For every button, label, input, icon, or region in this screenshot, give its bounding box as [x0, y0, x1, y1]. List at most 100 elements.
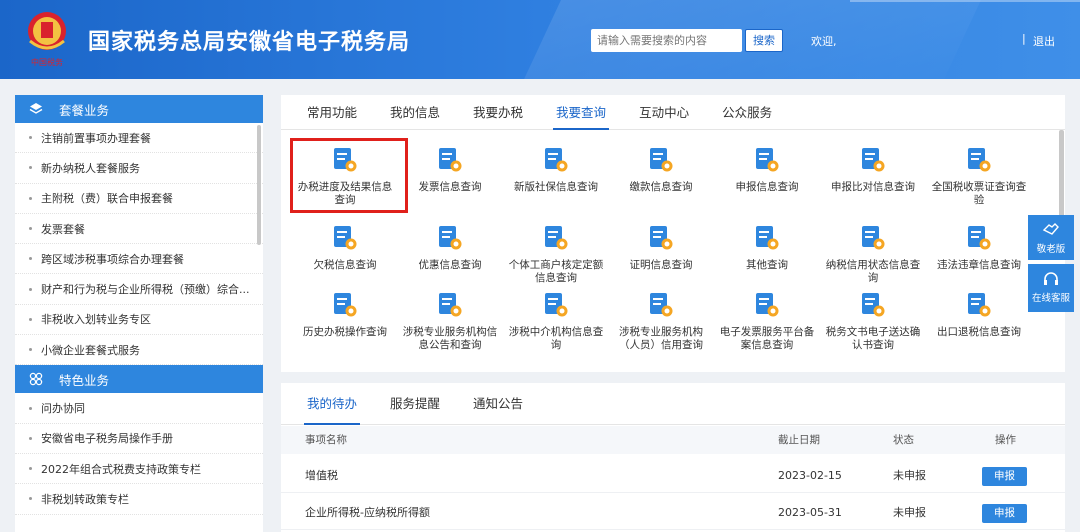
- violation-icon: [968, 226, 991, 250]
- function-item[interactable]: 申报比对信息查询: [821, 140, 925, 212]
- sidebar-item[interactable]: 注销前置事项办理套餐: [15, 123, 263, 154]
- row-deadline: 2023-02-15: [778, 469, 842, 482]
- logout-link[interactable]: 退出: [1033, 33, 1055, 49]
- header-bar: 中国税务 国家税务总局安徽省电子税务局 搜索 欢迎, | 退出: [0, 0, 1080, 79]
- function-item[interactable]: 全国税收票证查询查验: [927, 140, 1031, 212]
- sidebar-item[interactable]: 安徽省电子税务局操作手册: [15, 424, 263, 454]
- declare-button[interactable]: 申报: [982, 504, 1027, 523]
- sidebar-item[interactable]: 小微企业套餐式服务: [15, 335, 263, 366]
- bullet-icon: [29, 257, 32, 261]
- handshake-icon: [1042, 223, 1059, 235]
- function-item-label: 证明信息查询: [629, 259, 693, 271]
- tab-common[interactable]: 常用功能: [307, 95, 357, 129]
- function-item[interactable]: 出口退税信息查询: [927, 285, 1031, 357]
- function-item[interactable]: 证明信息查询: [609, 218, 713, 290]
- header-separator: |: [1022, 32, 1026, 45]
- business-quota-icon: [545, 226, 568, 250]
- tab-query[interactable]: 我要查询: [553, 95, 610, 130]
- sidebar-item[interactable]: 跨区域涉税事项综合办理套餐: [15, 244, 263, 275]
- row-deadline: 2023-05-31: [778, 506, 842, 519]
- function-item[interactable]: 涉税中介机构信息查询: [504, 285, 608, 357]
- sidebar-item[interactable]: 财产和行为税与企业所得税（预缴）综合...: [15, 274, 263, 305]
- function-item-label: 申报比对信息查询: [831, 181, 915, 193]
- sidebar-item[interactable]: 新办纳税人套餐服务: [15, 153, 263, 184]
- function-item[interactable]: 纳税信用状态信息查询: [821, 218, 925, 290]
- search-button[interactable]: 搜索: [745, 29, 783, 52]
- tab-my-info[interactable]: 我的信息: [390, 95, 440, 129]
- tab-interaction[interactable]: 互动中心: [639, 95, 689, 129]
- tab-public-service[interactable]: 公众服务: [722, 95, 772, 129]
- sidebar-section-package[interactable]: 套餐业务: [15, 95, 263, 123]
- function-item-label: 发票信息查询: [418, 181, 482, 193]
- compare-icon: [862, 148, 885, 172]
- function-item[interactable]: 欠税信息查询: [293, 218, 397, 290]
- function-item[interactable]: 缴款信息查询: [609, 140, 713, 212]
- sidebar-item[interactable]: 2022年组合式税费支持政策专栏: [15, 454, 263, 485]
- function-item-label: 电子发票服务平台备案信息查询: [719, 326, 815, 351]
- function-item[interactable]: 电子发票服务平台备案信息查询: [715, 285, 819, 357]
- tab-tax-handling[interactable]: 我要办税: [473, 95, 523, 129]
- function-item-label: 涉税专业服务机构（人员）信用查询: [619, 326, 703, 351]
- headset-icon: [1044, 272, 1058, 285]
- tax-voucher-icon: [968, 148, 991, 172]
- function-item[interactable]: 涉税专业服务机构信息公告和查询: [398, 285, 502, 357]
- sidebar-scrollbar[interactable]: [257, 125, 261, 245]
- sidebar-item-label: 注销前置事项办理套餐: [41, 131, 151, 145]
- bullet-icon: [29, 317, 32, 321]
- online-service-button[interactable]: 在线客服: [1028, 264, 1074, 312]
- elderly-mode-button[interactable]: 敬老版: [1028, 215, 1074, 260]
- column-header-name: 事项名称: [305, 434, 347, 446]
- todo-tabs: 我的待办 服务提醒 通知公告: [281, 383, 1065, 425]
- bullet-icon: [29, 436, 32, 440]
- function-item[interactable]: 新版社保信息查询: [504, 140, 608, 212]
- sidebar-item-label: 安徽省电子税务局操作手册: [41, 432, 173, 446]
- function-item[interactable]: 违法违章信息查询: [927, 218, 1031, 290]
- function-item-label: 出口退税信息查询: [937, 326, 1021, 338]
- bullet-icon: [29, 196, 32, 200]
- column-header-action: 操作: [995, 434, 1016, 446]
- function-item-label: 其他查询: [746, 259, 788, 271]
- function-item[interactable]: 其他查询: [715, 218, 819, 290]
- row-name: 增值税: [305, 469, 338, 482]
- declare-button[interactable]: 申报: [982, 467, 1027, 486]
- intermediary-icon: [545, 293, 568, 317]
- function-item[interactable]: 历史办税操作查询: [293, 285, 397, 357]
- function-item-label: 全国税收票证查询查验: [931, 181, 1027, 206]
- function-item[interactable]: 涉税专业服务机构（人员）信用查询: [609, 285, 713, 357]
- welcome-text: 欢迎,: [811, 35, 837, 48]
- sidebar-item[interactable]: 非税划转政策专栏: [15, 484, 263, 515]
- declaration-icon: [756, 148, 779, 172]
- sidebar-item[interactable]: 主附税（费）联合申报套餐: [15, 184, 263, 214]
- tab-announcement[interactable]: 通知公告: [473, 383, 523, 424]
- bullet-icon: [29, 497, 32, 501]
- section-title: 特色业务: [59, 372, 110, 388]
- social-security-icon: [545, 148, 568, 172]
- sidebar-section-featured[interactable]: 特色业务: [15, 365, 263, 394]
- export-refund-icon: [968, 293, 991, 317]
- function-item[interactable]: 优惠信息查询: [398, 218, 502, 290]
- package-list: 注销前置事项办理套餐 新办纳税人套餐服务 主附税（费）联合申报套餐 发票套餐 跨…: [15, 123, 263, 366]
- function-item[interactable]: 税务文书电子送达确认书查询: [821, 285, 925, 357]
- tab-service-reminder[interactable]: 服务提醒: [390, 383, 440, 424]
- column-header-deadline: 截止日期: [778, 434, 820, 446]
- credit-icon: [862, 226, 885, 250]
- function-item-label: 新版社保信息查询: [514, 181, 598, 193]
- function-item[interactable]: 个体工商户核定定额信息查询: [504, 218, 608, 290]
- sidebar-item[interactable]: 问办协同: [15, 393, 263, 424]
- function-item[interactable]: 申报信息查询: [715, 140, 819, 212]
- sidebar-item[interactable]: 非税收入划转业务专区: [15, 305, 263, 336]
- bullet-icon: [29, 136, 32, 140]
- search-input[interactable]: [591, 29, 742, 52]
- bullet-icon: [29, 287, 32, 291]
- bullet-icon: [29, 406, 32, 410]
- document-delivery-icon: [862, 293, 885, 317]
- highlight-box: [290, 138, 408, 213]
- row-name: 企业所得税-应纳税所得额: [305, 506, 430, 519]
- e-invoice-icon: [756, 293, 779, 317]
- function-item[interactable]: 发票信息查询: [398, 140, 502, 212]
- sidebar-item-label: 问办协同: [41, 402, 85, 416]
- layers-icon: [29, 103, 43, 114]
- tab-my-todo[interactable]: 我的待办: [303, 383, 361, 425]
- sidebar-item[interactable]: 发票套餐: [15, 214, 263, 245]
- function-item-label: 缴款信息查询: [629, 181, 693, 193]
